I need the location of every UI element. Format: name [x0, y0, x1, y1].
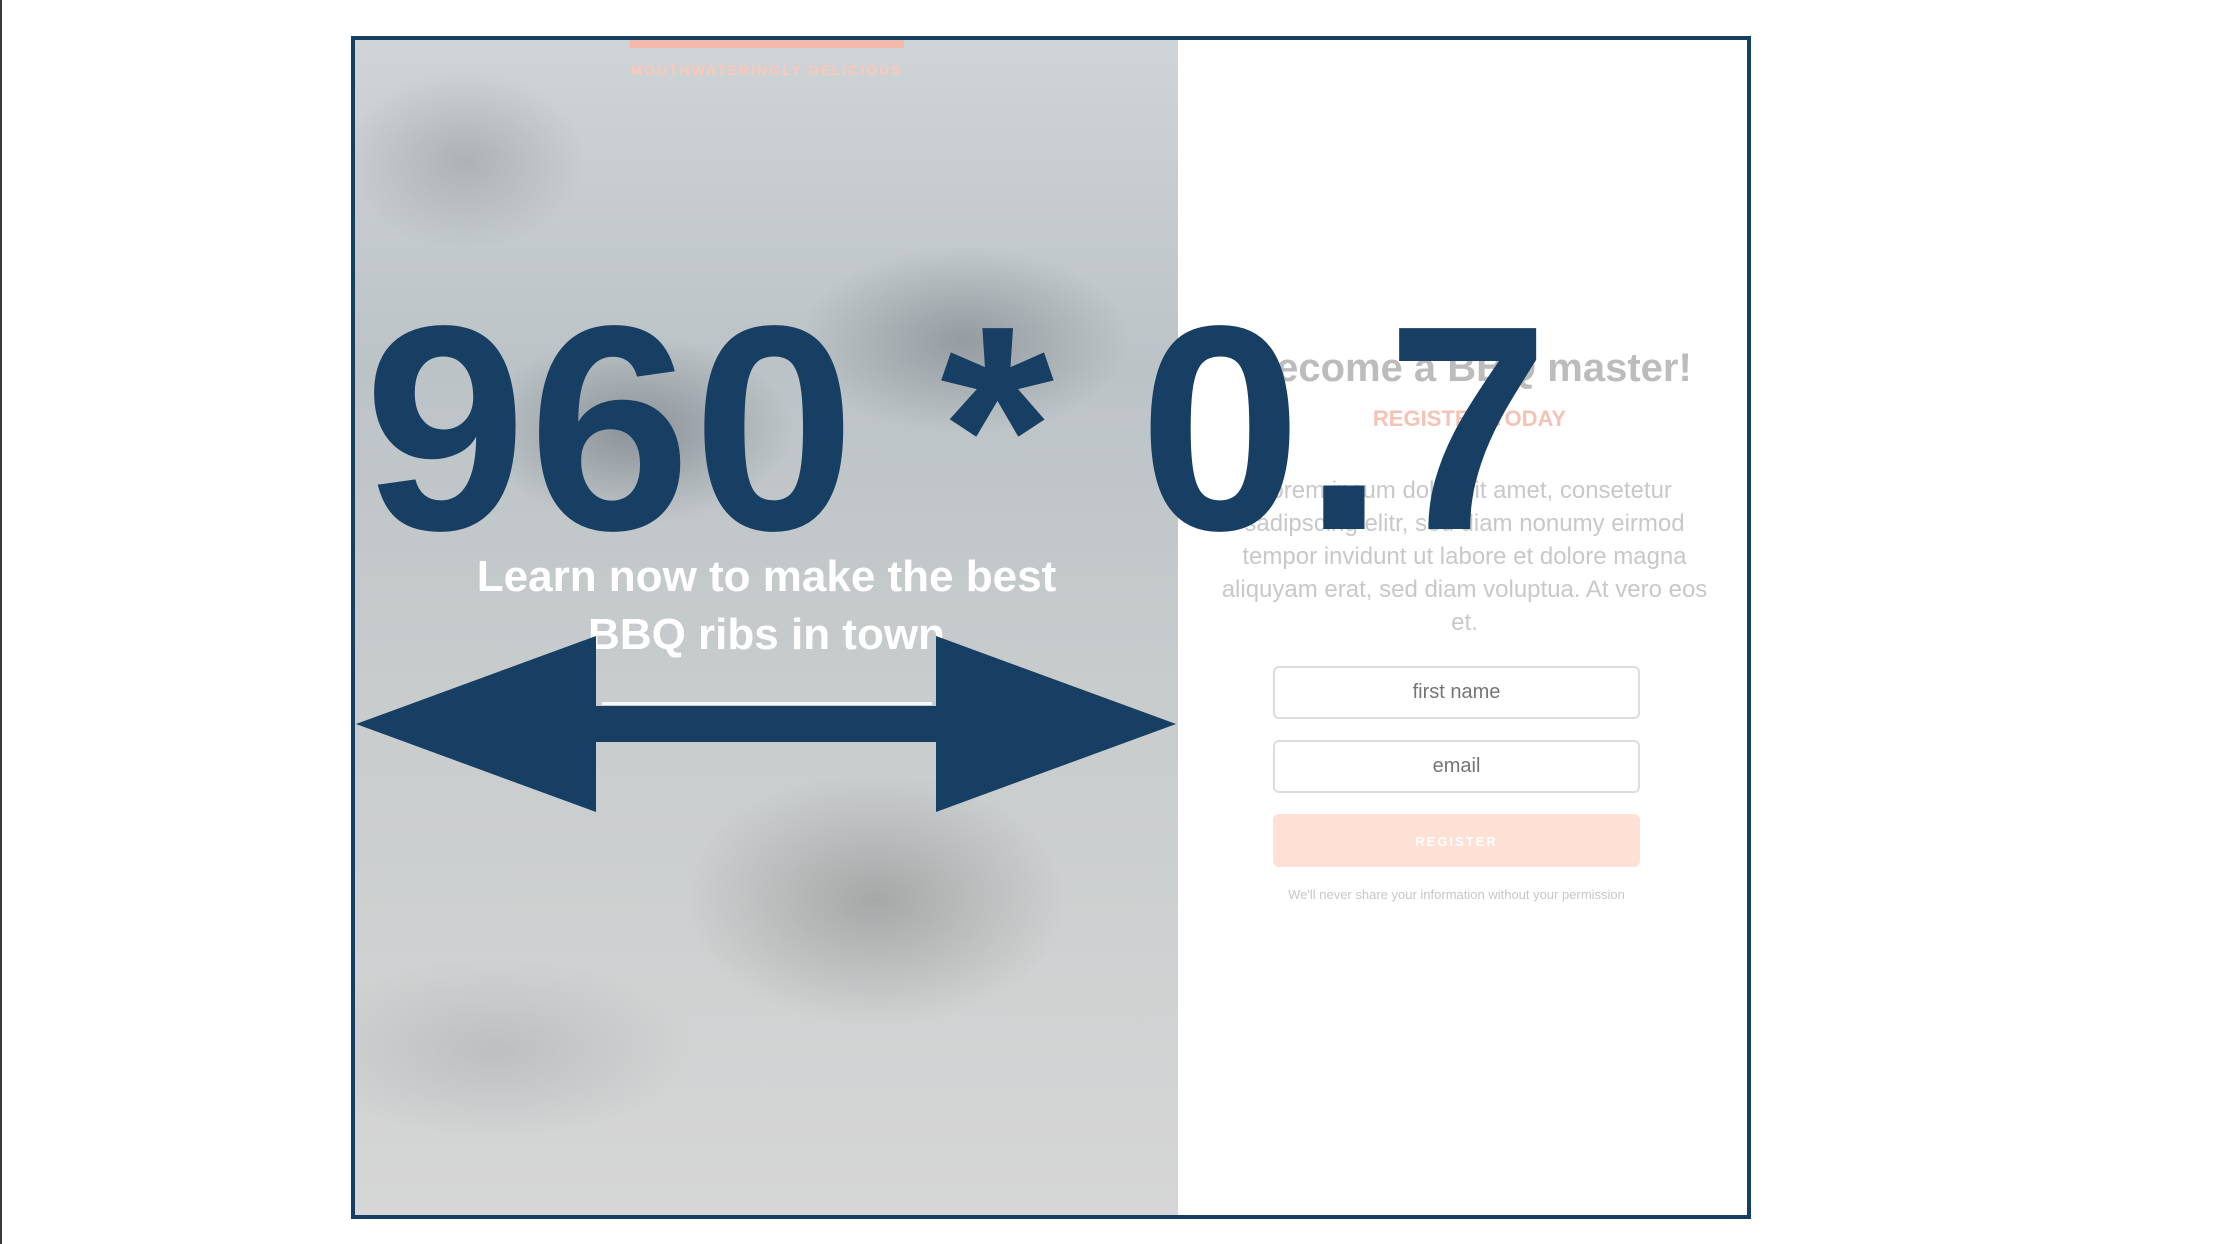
left-edge-line	[0, 0, 2, 1244]
email-input[interactable]	[1273, 740, 1640, 793]
width-calculation-label: 960 * 0.7	[364, 265, 1551, 591]
hero-image-panel: MOUTHWATERINGLY DELICIOUS Learn now to m…	[355, 40, 1178, 1215]
first-name-input[interactable]	[1273, 666, 1640, 719]
landing-page-frame: MOUTHWATERINGLY DELICIOUS Learn now to m…	[351, 36, 1751, 1219]
double-headed-arrow-shape	[356, 636, 1176, 812]
hero-kicker: MOUTHWATERINGLY DELICIOUS	[630, 62, 903, 78]
privacy-note: We'll never share your information witho…	[1288, 887, 1625, 902]
hero-accent-bar	[630, 40, 904, 48]
signup-panel: Become a BBQ master! REGISTER TODAY Lore…	[1178, 40, 1747, 1215]
register-button[interactable]: REGISTER	[1273, 814, 1640, 867]
double-headed-horizontal-arrow-icon	[356, 636, 1176, 812]
